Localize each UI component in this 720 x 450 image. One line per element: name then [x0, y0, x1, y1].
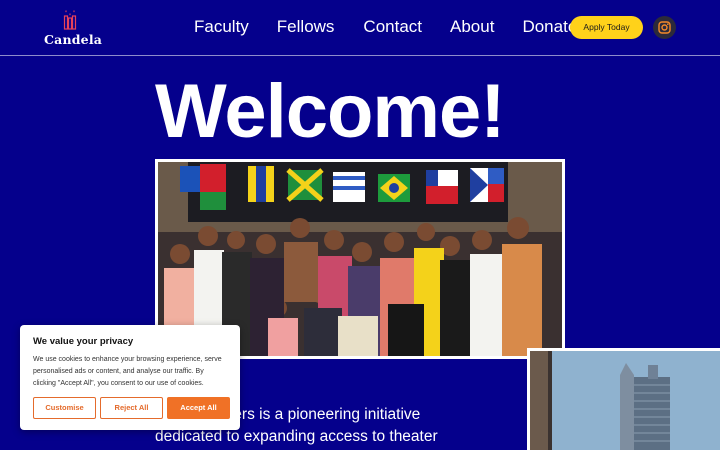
cookie-banner: We value your privacy We use cookies to …: [20, 325, 240, 430]
nav-faculty[interactable]: Faculty: [194, 17, 249, 37]
cookie-title: We value your privacy: [33, 336, 134, 347]
site-header: Candela Faculty Fellows Contact About Do…: [0, 0, 720, 56]
accept-all-button[interactable]: Accept All: [167, 397, 230, 419]
apply-today-button[interactable]: Apply Today: [570, 16, 643, 39]
brand-name: Candela: [44, 32, 103, 47]
building-photo-image: [530, 351, 720, 450]
cookie-text: We use cookies to enhance your browsing …: [33, 356, 222, 387]
nav-contact[interactable]: Contact: [363, 17, 422, 37]
nav-fellows[interactable]: Fellows: [277, 17, 335, 37]
customise-button[interactable]: Customise: [33, 397, 96, 419]
instagram-icon: [658, 21, 671, 34]
reject-all-button[interactable]: Reject All: [100, 397, 163, 419]
page-title: Welcome!: [155, 69, 506, 154]
candle-logo-icon: [63, 10, 77, 30]
brand-logo[interactable]: Candela: [44, 9, 103, 49]
main-nav: Faculty Fellows Contact About Donate: [194, 17, 577, 37]
building-photo: [527, 348, 720, 450]
instagram-link[interactable]: [653, 16, 676, 39]
nav-about[interactable]: About: [450, 17, 494, 37]
cookie-actions: Customise Reject All Accept All: [33, 397, 230, 419]
